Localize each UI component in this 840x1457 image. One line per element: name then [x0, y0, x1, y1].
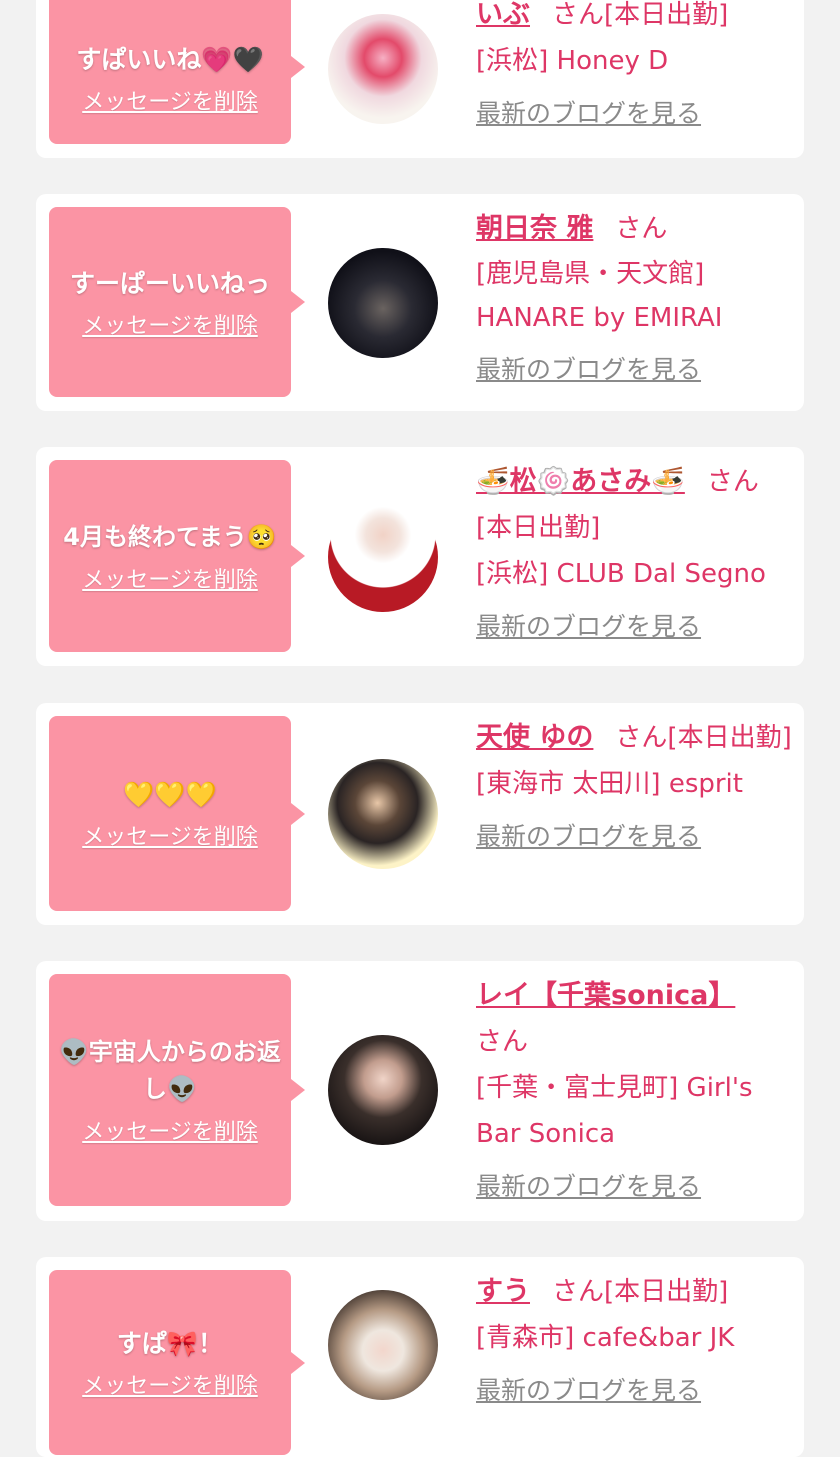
sender-name-link[interactable]: すう — [476, 1276, 530, 1307]
store-name: [鹿児島県・天文館] HANARE by EMIRAI — [476, 259, 723, 333]
message-text: すーぱーいいねっ — [69, 268, 270, 298]
work-status: [本日出勤] — [604, 0, 729, 30]
san-label: さん — [706, 467, 759, 497]
avatar[interactable] — [328, 759, 438, 869]
sender-name-link[interactable]: いぶ — [476, 0, 530, 30]
sender-name-link[interactable]: 朝日奈 雅 — [476, 213, 593, 244]
message-bubble: 4月も終わてまう🥺 メッセージを削除 — [49, 460, 305, 652]
store-name: [浜松] Honey D — [476, 46, 669, 76]
latest-blog-link[interactable]: 最新のブログを見る — [476, 1167, 794, 1207]
work-status: [本日出勤] — [476, 513, 601, 543]
latest-blog-link[interactable]: 最新のブログを見る — [476, 607, 794, 647]
sender-info: いぶ さん[本日出勤] [浜松] Honey D 最新のブログを見る — [476, 0, 794, 134]
delete-message-link[interactable]: メッセージを削除 — [82, 1114, 258, 1146]
delete-message-link[interactable]: メッセージを削除 — [82, 1368, 258, 1400]
avatar[interactable] — [328, 14, 438, 124]
message-card: すぱ🎀！ メッセージを削除 すう さん[本日出勤] [青森市] cafe&bar … — [36, 1257, 804, 1457]
message-bubble: すぱ🎀！ メッセージを削除 — [49, 1270, 305, 1455]
work-status: [本日出勤] — [604, 1277, 729, 1307]
sender-info: 朝日奈 雅さん [鹿児島県・天文館] HANARE by EMIRAI 最新のブ… — [476, 206, 794, 390]
latest-blog-link[interactable]: 最新のブログを見る — [476, 1371, 794, 1411]
message-text: すぱ🎀！ — [116, 1329, 224, 1358]
message-bubble: すーぱーいいねっ メッセージを削除 — [49, 207, 305, 397]
message-card: 💛💛💛 メッセージを削除 天使 ゆの さん[本日出勤] [東海市 太田川] esp… — [36, 703, 804, 925]
message-text: 👽宇宙人からのお返し👽 — [59, 1038, 281, 1103]
sender-name-link[interactable]: 天使 ゆの — [476, 722, 593, 753]
latest-blog-link[interactable]: 最新のブログを見る — [476, 817, 794, 857]
message-bubble: すぱいいね💗🖤 メッセージを削除 — [49, 0, 305, 144]
message-card: すーぱーいいねっ メッセージを削除 朝日奈 雅さん [鹿児島県・天文館] HAN… — [36, 194, 804, 411]
sender-info: すう さん[本日出勤] [青森市] cafe&bar JK 最新のブログを見る — [476, 1269, 794, 1411]
store-name: [東海市 太田川] esprit — [476, 769, 743, 799]
message-card: 👽宇宙人からのお返し👽 メッセージを削除 レイ【千葉sonica】 さん [千葉… — [36, 961, 804, 1221]
message-card: すぱいいね💗🖤 メッセージを削除 いぶ さん[本日出勤] [浜松] Honey D… — [36, 0, 804, 158]
message-card: 4月も終わてまう🥺 メッセージを削除 🍜松🍥あさみ🍜 さん [本日出勤] [浜松]… — [36, 447, 804, 666]
message-text: すぱいいね💗🖤 — [76, 44, 264, 74]
avatar[interactable] — [328, 248, 438, 358]
san-label: さん — [615, 723, 668, 753]
work-status: [本日出勤] — [667, 723, 792, 753]
store-name: [千葉・富士見町] Girl's Bar Sonica — [476, 1073, 753, 1149]
sender-name-link[interactable]: レイ【千葉sonica】 — [476, 980, 735, 1011]
message-bubble: 💛💛💛 メッセージを削除 — [49, 716, 305, 911]
sender-info: 天使 ゆの さん[本日出勤] [東海市 太田川] esprit 最新のブログを見る — [476, 715, 794, 857]
sender-info: レイ【千葉sonica】 さん [千葉・富士見町] Girl's Bar Son… — [476, 973, 794, 1207]
avatar[interactable] — [328, 1035, 438, 1145]
delete-message-link[interactable]: メッセージを削除 — [82, 562, 258, 594]
avatar[interactable] — [328, 502, 438, 612]
sender-name-link[interactable]: 🍜松🍥あさみ🍜 — [476, 466, 685, 497]
san-label: さん — [476, 1027, 529, 1057]
delete-message-link[interactable]: メッセージを削除 — [82, 819, 258, 851]
avatar[interactable] — [328, 1290, 438, 1400]
delete-message-link[interactable]: メッセージを削除 — [82, 84, 258, 116]
san-label: さん — [615, 214, 668, 244]
san-label: さん — [552, 1277, 605, 1307]
latest-blog-link[interactable]: 最新のブログを見る — [476, 350, 794, 390]
message-bubble: 👽宇宙人からのお返し👽 メッセージを削除 — [49, 974, 305, 1206]
delete-message-link[interactable]: メッセージを削除 — [82, 308, 258, 340]
sender-info: 🍜松🍥あさみ🍜 さん [本日出勤] [浜松] CLUB Dal Segno 最新の… — [476, 459, 794, 647]
store-name: [青森市] cafe&bar JK — [476, 1323, 735, 1353]
san-label: さん — [552, 0, 605, 30]
message-text: 💛💛💛 — [123, 780, 217, 809]
latest-blog-link[interactable]: 最新のブログを見る — [476, 94, 794, 134]
message-text: 4月も終わてまう🥺 — [63, 522, 277, 551]
store-name: [浜松] CLUB Dal Segno — [476, 559, 766, 589]
